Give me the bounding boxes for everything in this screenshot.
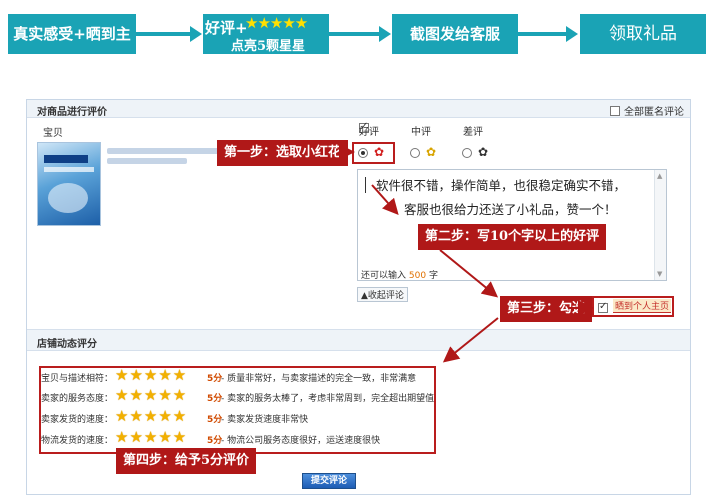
radio-mid[interactable]: [410, 148, 420, 158]
shop-rating-title: 店铺动态评分: [37, 339, 97, 350]
arrow-right-icon: [329, 26, 391, 42]
star-rating-icon[interactable]: ★★★★★: [115, 366, 187, 384]
rating-score: 5分: [207, 436, 223, 446]
anonymous-option[interactable]: 全部匿名评论: [610, 103, 684, 118]
panel-header: 对商品进行评价 全部匿名评论: [27, 100, 690, 118]
highlight-flower: [352, 142, 395, 164]
remaining-prefix: 还可以输入: [361, 271, 407, 281]
textarea-scrollbar[interactable]: ▲ ▼: [654, 170, 666, 280]
review-text: 软件很不错，操作简单，也很稳定确实不错， 客服也很给力还送了小礼品，赞一个！: [376, 174, 656, 222]
step-4-label: 第四步：给予5分评价: [116, 448, 257, 474]
yellow-flower-icon: ✿: [426, 145, 437, 159]
remaining-chars: 还可以输入 500 字: [361, 268, 438, 281]
panel-title: 对商品进行评价: [37, 107, 107, 118]
star-rating-icon[interactable]: ★★★★★: [115, 428, 187, 446]
step-1-label: 第一步：选取小红花: [217, 140, 349, 166]
rating-desc: - 卖家发货速度非常快: [221, 415, 309, 425]
step-2-label: 第二步：写10个字以上的好评: [418, 224, 607, 250]
thumb-band: [44, 167, 94, 172]
anonymous-checkbox[interactable]: [610, 106, 620, 116]
banner-step-3: 截图发给客服: [392, 14, 518, 54]
banner-step-2: 好评+ ★★★★★ 点亮5颗星星: [203, 14, 329, 54]
product-title-blurred[interactable]: [107, 158, 187, 164]
anonymous-label: 全部匿名评论: [624, 107, 684, 118]
review-text-line-2: 客服也很给力还送了小礼品，赞一个！: [404, 202, 617, 217]
scroll-down-icon[interactable]: ▼: [657, 270, 662, 278]
collapse-review-button[interactable]: ▲收起评论: [357, 287, 408, 302]
rating-desc: - 质量非常好，与卖家描述的完全一致，非常满意: [221, 374, 417, 384]
rating-row-label: 卖家发货的速度：: [41, 415, 114, 425]
thumb-shape: [48, 183, 88, 213]
banner-step-4: 领取礼品: [580, 14, 706, 54]
remaining-suffix: 字: [428, 271, 438, 281]
banner-step-2-text-2: 点亮5颗星星: [231, 39, 306, 54]
product-title-blurred[interactable]: [107, 148, 227, 154]
rating-row-label: 宝贝与描述相符：: [41, 374, 114, 384]
banner-step-3-text: 截图发给客服: [409, 25, 500, 43]
rating-header-mid: 中评: [411, 127, 431, 138]
star-rating-icon: ★★★★★: [245, 14, 308, 32]
rating-row-label: 卖家的服务态度：: [41, 394, 114, 404]
rating-score: 5分: [207, 374, 223, 384]
banner-step-4-text: 领取礼品: [609, 24, 677, 44]
arrow-right-icon: [518, 26, 578, 42]
product-thumbnail[interactable]: [37, 142, 101, 226]
banner-step-1-text: 真实感受+晒到主页: [13, 25, 131, 85]
rating-good-label: 好评: [359, 127, 379, 138]
remaining-count: 500: [408, 271, 427, 281]
star-rating-icon[interactable]: ★★★★★: [115, 407, 187, 425]
rating-desc: - 卖家的服务太棒了，考虑非常周到，完全超出期望值: [221, 394, 435, 404]
review-text-line-1: 软件很不错，操作简单，也很稳定确实不错，: [376, 178, 627, 193]
review-panel: 对商品进行评价 全部匿名评论 宝贝 好评 中评 差评 ✿ ✿ ✿ 软件很不错，操…: [26, 99, 691, 495]
shop-rating-header: 店铺动态评分: [27, 329, 690, 351]
show-on-homepage-checkbox[interactable]: [598, 301, 608, 313]
banner-step-1: 真实感受+晒到主页: [8, 14, 136, 85]
rating-score: 5分: [207, 415, 223, 425]
star-rating-icon[interactable]: ★★★★★: [115, 386, 187, 404]
rating-score: 5分: [207, 394, 223, 404]
black-flower-icon: ✿: [478, 145, 489, 159]
rating-desc: - 物流公司服务态度很好，运送速度很快: [221, 436, 381, 446]
thumb-band: [44, 155, 88, 163]
rating-header-bad: 差评: [463, 127, 483, 138]
show-on-homepage-label[interactable]: 晒到个人主页: [613, 299, 672, 313]
arrow-right-icon: [136, 26, 202, 42]
rating-row-label: 物流发货的速度：: [41, 436, 114, 446]
submit-review-button[interactable]: 提交评论: [302, 473, 356, 489]
scroll-up-icon[interactable]: ▲: [657, 172, 662, 180]
radio-bad[interactable]: [462, 148, 472, 158]
text-caret: [365, 177, 366, 193]
item-column-label: 宝贝: [43, 128, 63, 139]
step-3-label: 第三步：勾选: [500, 296, 593, 322]
